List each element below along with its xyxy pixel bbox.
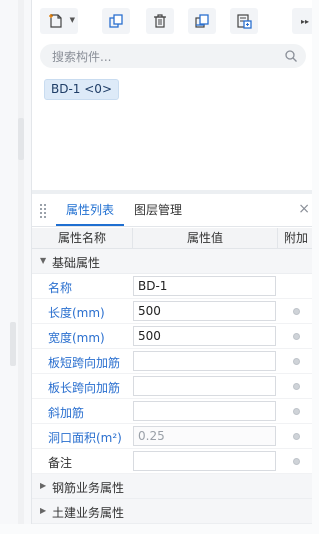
- property-value-input[interactable]: [133, 351, 276, 371]
- floor-copy-icon: [237, 14, 252, 29]
- close-icon[interactable]: ×: [298, 201, 310, 217]
- property-grid: 属性名称 属性值 附加 ▼ 基础属性 名称 BD-1 长度(mm) 500 宽度…: [32, 228, 312, 524]
- property-name: 长度(mm): [48, 306, 105, 320]
- active-tab-indicator: [56, 224, 124, 226]
- search-input[interactable]: 搜索构件...: [40, 44, 306, 68]
- layer-copy-button[interactable]: [188, 8, 216, 34]
- scrollbar-thumb-secondary[interactable]: [10, 322, 16, 366]
- extra-checkbox[interactable]: [293, 433, 300, 440]
- search-icon[interactable]: [284, 49, 298, 63]
- property-name: 洞口面积(m²): [48, 431, 122, 445]
- table-row: 洞口面积(m²) 0.25: [32, 424, 312, 449]
- table-row: 宽度(mm) 500: [32, 324, 312, 349]
- scrollbar-track[interactable]: [18, 0, 24, 534]
- property-name: 宽度(mm): [48, 331, 105, 345]
- grip-icon[interactable]: [40, 204, 46, 218]
- dropdown-caret-icon[interactable]: ▼: [70, 16, 75, 24]
- column-header-name: 属性名称: [32, 228, 133, 249]
- delete-button[interactable]: [146, 8, 174, 34]
- tab-property-list[interactable]: 属性列表: [66, 202, 114, 218]
- extra-checkbox[interactable]: [293, 308, 300, 315]
- group-label: 钢筋业务属性: [52, 481, 125, 495]
- column-header-extra: 附加: [284, 231, 309, 245]
- expand-more-icon: ▸▸: [300, 16, 310, 26]
- group-rebar-properties[interactable]: ▶ 钢筋业务属性: [32, 474, 312, 499]
- floor-copy-button[interactable]: [230, 8, 258, 34]
- extra-checkbox[interactable]: [293, 458, 300, 465]
- layer-copy-icon: [195, 14, 209, 28]
- group-basic-properties[interactable]: ▼ 基础属性: [32, 249, 312, 274]
- property-value-input[interactable]: [133, 401, 276, 421]
- extra-checkbox[interactable]: [293, 383, 300, 390]
- property-value-input[interactable]: [133, 451, 276, 471]
- copy-icon: [109, 14, 123, 28]
- property-name: 名称: [48, 281, 73, 295]
- table-row: 名称 BD-1: [32, 274, 312, 299]
- collapse-caret-icon[interactable]: ▼: [40, 256, 46, 265]
- scrollbar-thumb[interactable]: [18, 118, 24, 160]
- group-label: 基础属性: [52, 256, 101, 270]
- new-component-button[interactable]: ▼: [40, 8, 78, 34]
- search-placeholder: 搜索构件...: [52, 50, 112, 64]
- window-edge-bottom: [0, 524, 319, 534]
- left-scroll-strip: [0, 0, 32, 534]
- extra-checkbox[interactable]: [293, 358, 300, 365]
- property-name: 板短跨向加筋: [48, 356, 121, 370]
- column-header-value: 属性值: [133, 228, 278, 249]
- property-name: 斜加筋: [48, 406, 85, 420]
- delete-icon: [154, 14, 166, 28]
- property-value-readonly: 0.25: [133, 426, 276, 446]
- property-value-input[interactable]: 500: [133, 326, 276, 346]
- property-value-input[interactable]: 500: [133, 301, 276, 321]
- window-edge-right: [312, 0, 319, 534]
- property-name: 板长跨向加筋: [48, 381, 121, 395]
- tab-layer-management[interactable]: 图层管理: [134, 202, 182, 218]
- tab-bar: 属性列表 图层管理 ×: [32, 194, 312, 227]
- component-item-bd-1[interactable]: BD-1 <0>: [44, 79, 119, 100]
- extra-checkbox[interactable]: [293, 333, 300, 340]
- property-name: 备注: [48, 456, 73, 470]
- component-list-panel: ▼ ▸▸ 搜索构件... BD-1 <0>: [32, 0, 318, 190]
- table-row: 备注: [32, 449, 312, 474]
- extra-checkbox[interactable]: [293, 408, 300, 415]
- property-value-input[interactable]: BD-1: [133, 276, 276, 296]
- table-header: 属性名称 属性值 附加: [32, 228, 312, 249]
- table-row: 板短跨向加筋: [32, 349, 312, 374]
- table-row: 长度(mm) 500: [32, 299, 312, 324]
- new-component-icon: [49, 14, 62, 28]
- copy-button[interactable]: [102, 8, 130, 34]
- expand-caret-icon[interactable]: ▶: [40, 481, 46, 490]
- properties-panel: 属性列表 图层管理 × 属性名称 属性值 附加 ▼ 基础属性 名称 BD-1 长…: [32, 194, 312, 524]
- expand-caret-icon[interactable]: ▶: [40, 506, 46, 515]
- table-row: 斜加筋: [32, 399, 312, 424]
- property-value-input[interactable]: [133, 376, 276, 396]
- group-civil-properties[interactable]: ▶ 土建业务属性: [32, 499, 312, 524]
- group-label: 土建业务属性: [52, 506, 125, 520]
- table-row: 板长跨向加筋: [32, 374, 312, 399]
